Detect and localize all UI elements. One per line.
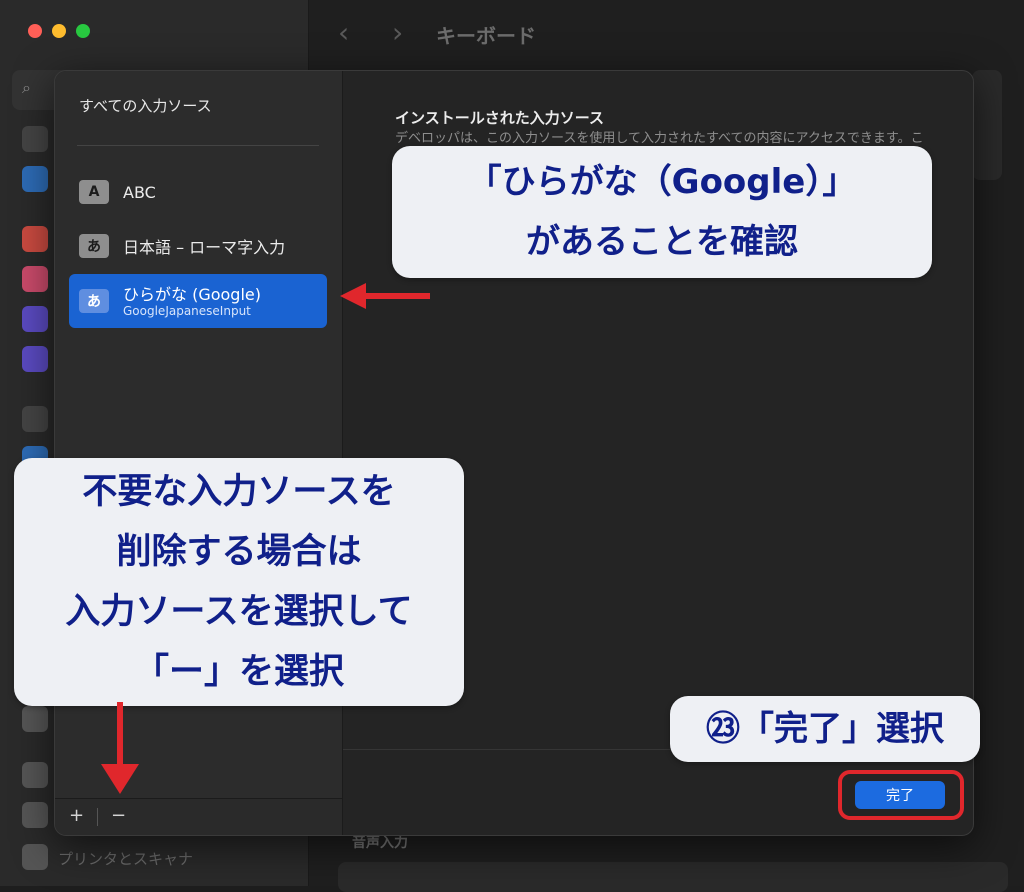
annotation-text: があることを確認 xyxy=(526,222,798,262)
zoom-window-button[interactable] xyxy=(76,24,90,38)
sidebar-icon[interactable] xyxy=(22,126,48,152)
input-source-japanese-romaji[interactable]: あ 日本語 – ローマ字入力 xyxy=(69,219,327,273)
minimize-window-button[interactable] xyxy=(52,24,66,38)
printer-icon xyxy=(22,844,48,870)
bg-settings-row xyxy=(338,862,1008,892)
close-window-button[interactable] xyxy=(28,24,42,38)
all-input-sources-title: すべての入力ソース xyxy=(79,97,212,115)
forward-button[interactable]: › xyxy=(392,16,403,49)
sidebar-item-printers[interactable]: プリンタとスキャナ xyxy=(58,848,193,869)
input-source-badge-icon: あ xyxy=(79,234,109,258)
annotation-text: 削除する場合は xyxy=(116,532,362,572)
annotation-step-done: ㉓「完了」選択 xyxy=(670,696,980,762)
arrow-down-icon xyxy=(101,702,139,794)
sound-icon[interactable] xyxy=(22,266,48,292)
back-button[interactable]: ‹ xyxy=(338,16,349,49)
sidebar-icon[interactable] xyxy=(22,166,48,192)
screen-time-icon[interactable] xyxy=(22,346,48,372)
annotation-text: 「ひらがな（Google）」 xyxy=(467,162,857,202)
input-source-badge-icon: あ xyxy=(79,289,109,313)
annotation-text: 不要な入力ソースを xyxy=(82,472,396,512)
input-source-badge-icon: A xyxy=(79,180,109,204)
arrow-left-icon xyxy=(340,283,430,309)
input-source-label: ひらがな (Google) xyxy=(123,284,261,304)
done-highlight-ring xyxy=(838,770,964,820)
input-source-google-hiragana[interactable]: あ ひらがな (Google) GoogleJapaneseInput xyxy=(69,274,327,328)
bg-settings-row xyxy=(972,70,1002,180)
input-source-sublabel: GoogleJapaneseInput xyxy=(123,303,251,318)
annotation-text: 入力ソースを選択して xyxy=(65,592,413,632)
wallet-icon[interactable] xyxy=(22,706,48,732)
lock-icon[interactable] xyxy=(22,406,48,432)
focus-icon[interactable] xyxy=(22,306,48,332)
window-title: キーボード xyxy=(436,24,536,48)
notifications-icon[interactable] xyxy=(22,226,48,252)
annotation-text: 「ー」を選択 xyxy=(133,652,344,692)
mouse-icon[interactable] xyxy=(22,802,48,828)
input-source-abc[interactable]: A ABC xyxy=(69,165,327,219)
list-footer: + − xyxy=(55,798,342,835)
remove-input-source-button[interactable]: − xyxy=(111,805,126,826)
annotation-confirm-google: 「ひらがな（Google）」 があることを確認 xyxy=(392,146,932,278)
installed-input-source-title: インストールされた入力ソース xyxy=(395,109,604,127)
divider xyxy=(97,808,98,826)
input-source-label: 日本語 – ローマ字入力 xyxy=(123,238,286,257)
add-input-source-button[interactable]: + xyxy=(69,805,84,826)
annotation-text: ㉓「完了」選択 xyxy=(706,709,944,749)
annotation-delete-instructions: 不要な入力ソースを 削除する場合は 入力ソースを選択して 「ー」を選択 xyxy=(14,458,464,706)
keyboard-icon[interactable] xyxy=(22,762,48,788)
divider xyxy=(77,145,319,146)
input-source-label: ABC xyxy=(123,182,156,202)
